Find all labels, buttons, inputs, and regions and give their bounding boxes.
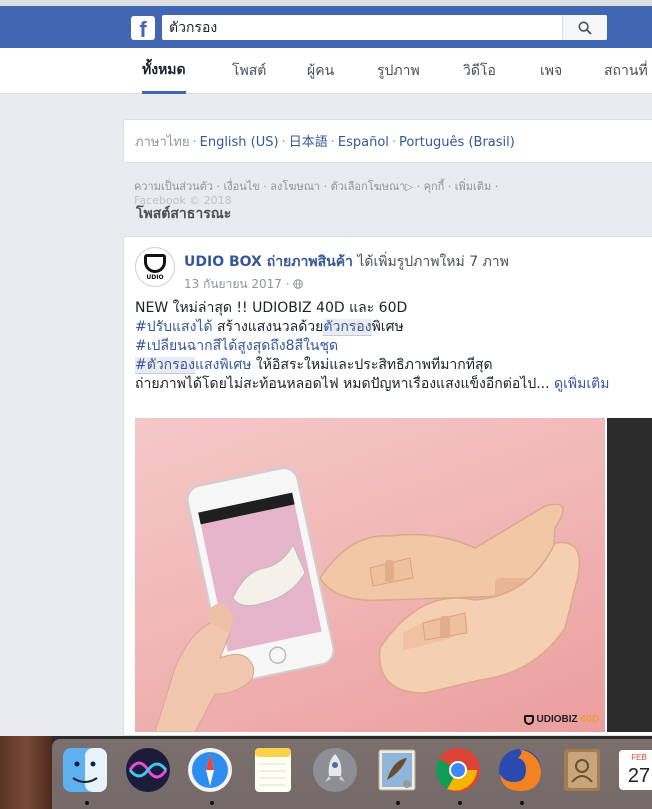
footer-links: ความเป็นส่วนตัว · เงื่อนไข · ลงโฆษณา · ต… <box>134 180 499 193</box>
hashtag-link[interactable]: #เปลี่ยนฉากสีได้สูงสุดถึง8สีในชุด <box>135 338 338 354</box>
tab-all[interactable]: ทั้งหมด <box>142 48 186 94</box>
search-term-highlight: #ตัวกรอง <box>135 357 195 374</box>
tab-places[interactable]: สถานที่ <box>604 48 648 94</box>
post-line-4: #ตัวกรองแสงพิเศษ ให้อิสระใหม่และประสิทธิ… <box>135 356 652 375</box>
language-link-portuguese[interactable]: Português (Brasil) <box>399 135 515 150</box>
post-line-5: ถ่ายภาพได้โดยไม่สะท้อนหลอดไฟ หมดปัญหาเรื… <box>135 375 652 394</box>
language-link-english[interactable]: English (US) <box>200 135 279 150</box>
watermark-brand: UDIOBIZ <box>536 714 578 725</box>
see-more-link[interactable]: ดูเพิ่มเติม <box>554 376 609 392</box>
safari-icon[interactable] <box>185 745 235 795</box>
post-photo[interactable]: UDIOBIZ 60D <box>135 418 605 732</box>
mail-icon[interactable] <box>372 745 422 795</box>
post-line-3: #เปลี่ยนฉากสีได้สูงสุดถึง8สีในชุด <box>135 337 652 356</box>
post-line-4-text: ให้อิสระใหม่และประสิทธิภาพที่มากที่สุด <box>251 357 493 373</box>
contacts-icon[interactable] <box>557 745 607 795</box>
firefox-running-indicator <box>520 801 524 805</box>
tab-photos[interactable]: รูปภาพ <box>377 48 420 94</box>
language-link-spanish[interactable]: Español <box>338 135 389 150</box>
desktop-wallpaper <box>0 736 52 809</box>
udio-logo-icon <box>144 253 166 273</box>
calendar-day: 27 <box>628 765 650 787</box>
safari-running-indicator <box>210 801 214 805</box>
tab-pages[interactable]: เพจ <box>540 48 562 94</box>
page-name-link[interactable]: UDIO BOX ถ่ายภาพสินค้า <box>184 254 353 270</box>
tab-people[interactable]: ผู้คน <box>307 48 334 94</box>
post-text: NEW ใหม่ล่าสุด !! UDIOBIZ 40D และ 60D #ป… <box>135 299 652 394</box>
finder-icon[interactable] <box>60 745 110 795</box>
tab-videos[interactable]: วิดีโอ <box>463 48 496 94</box>
finder-running-indicator <box>85 801 89 805</box>
language-card: ภาษาไทย · English (US) · 日本語 · Español · Portugu… <box>123 119 652 163</box>
photo-watermark: UDIOBIZ 60D <box>523 714 599 725</box>
ad-choices-icon: ▷ <box>405 182 414 193</box>
avatar-text: UDIO <box>146 273 164 281</box>
search-term-highlight: ตัวกรอง <box>323 319 372 336</box>
footer-link-ad-choices[interactable]: ตัวเลือกโฆษณา <box>331 180 406 193</box>
search-button[interactable] <box>562 15 607 40</box>
notes-icon[interactable] <box>248 745 298 795</box>
search-icon <box>578 20 592 35</box>
post-date[interactable]: 13 กันยายน 2017 <box>184 277 282 291</box>
post-line-2-text-a: สร้างแสงนวลด้วย <box>212 319 324 335</box>
calendar-month: FEB <box>631 753 647 762</box>
product-photo-illustration <box>154 467 581 732</box>
avatar[interactable]: UDIO <box>135 247 175 287</box>
next-photo-thumbnail[interactable] <box>607 418 652 732</box>
language-current: ภาษาไทย <box>135 135 190 150</box>
tab-posts[interactable]: โพสต์ <box>232 48 266 94</box>
post-line-2-text-b: พิเศษ <box>371 319 404 335</box>
hashtag-link[interactable]: #ตัวกรองแสงพิเศษ <box>135 357 251 374</box>
post-line-5-text: ถ่ายภาพได้โดยไม่สะท้อนหลอดไฟ หมดปัญหาเรื… <box>135 376 550 392</box>
udiobiz-logo-icon <box>523 714 534 725</box>
siri-icon[interactable] <box>123 745 173 795</box>
chrome-running-indicator <box>458 801 462 805</box>
search-tabs: ทั้งหมด โพสต์ ผู้คน รูปภาพ วิดีโอ เพจ สถ… <box>0 48 652 94</box>
footer-link-cookies[interactable]: คุกกี้ <box>424 180 445 193</box>
post-card: UDIO UDIO BOX ถ่ายภาพสินค้า ได้เพิ่มรูปภ… <box>123 236 652 736</box>
footer-link-more[interactable]: เพิ่มเติม <box>455 180 491 193</box>
post-line-1: NEW ใหม่ล่าสุด !! UDIOBIZ 40D และ 60D <box>135 300 408 316</box>
watermark-model: 60D <box>580 714 599 725</box>
footer-link-terms[interactable]: เงื่อนไข <box>223 180 259 193</box>
hashtag-link[interactable]: #ปรับแสงได้ <box>135 319 213 335</box>
post-action-text: ได้เพิ่มรูปภาพใหม่ 7 ภาพ <box>357 254 509 270</box>
search-input[interactable] <box>162 15 562 40</box>
language-link-japanese[interactable]: 日本語 <box>289 135 328 150</box>
footer-link-advertising[interactable]: ลงโฆษณา <box>270 180 320 193</box>
language-list: ภาษาไทย · English (US) · 日本語 · Español · Portugu… <box>135 135 515 150</box>
post-meta: 13 กันยายน 2017 · <box>184 275 304 294</box>
facebook-logo-icon[interactable]: f <box>131 16 155 40</box>
post-header: UDIO BOX ถ่ายภาพสินค้า ได้เพิ่มรูปภาพใหม… <box>184 251 509 273</box>
launchpad-icon[interactable] <box>310 745 360 795</box>
hashtag-suffix: แสงพิเศษ <box>194 357 252 373</box>
calendar-icon[interactable]: FEB 27 <box>614 745 652 795</box>
mail-running-indicator <box>396 801 400 805</box>
firefox-icon[interactable] <box>495 745 545 795</box>
footer-link-privacy[interactable]: ความเป็นส่วนตัว <box>134 180 213 193</box>
post-line-2: #ปรับแสงได้ สร้างแสงนวลด้วยตัวกรองพิเศษ <box>135 318 652 337</box>
chrome-icon[interactable] <box>433 745 483 795</box>
search-box <box>162 15 607 40</box>
globe-icon[interactable] <box>293 279 304 289</box>
section-title: โพสต์สาธารณะ <box>136 206 232 222</box>
